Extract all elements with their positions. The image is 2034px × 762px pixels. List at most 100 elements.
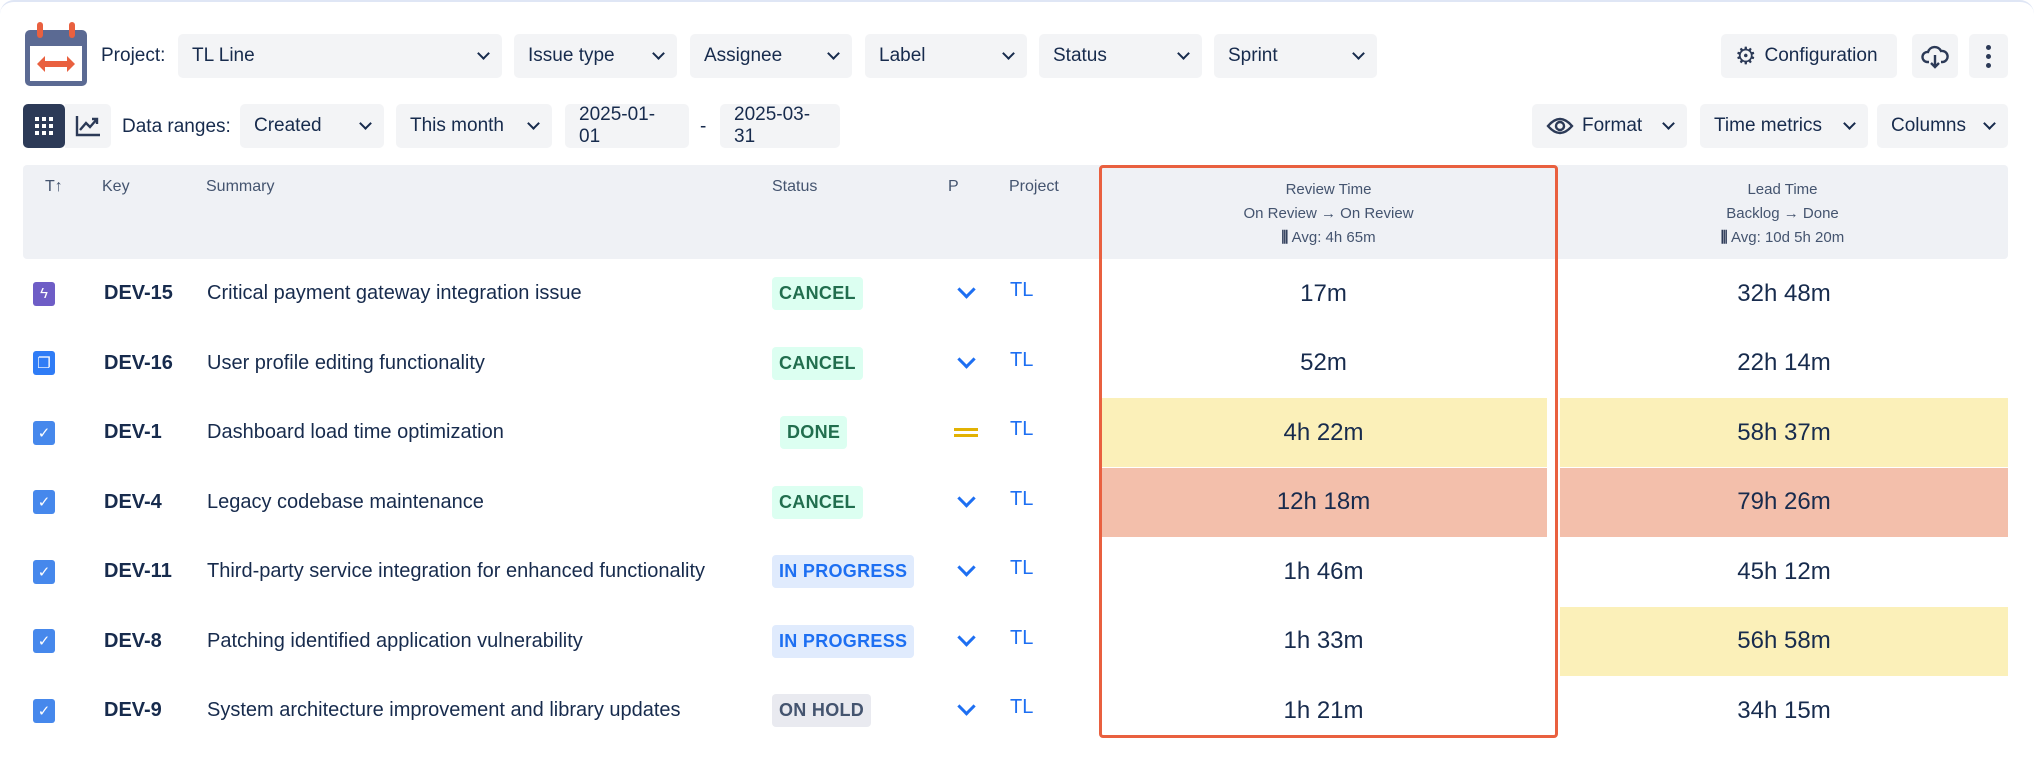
issue-summary[interactable]: Patching identified application vulnerab…: [207, 607, 583, 676]
col-project-header[interactable]: Project: [1009, 178, 1059, 196]
project-link[interactable]: TL: [1010, 676, 1033, 745]
issue-key[interactable]: DEV-4: [104, 468, 162, 537]
project-link[interactable]: TL: [1010, 398, 1033, 467]
format-button[interactable]: Format: [1532, 104, 1687, 148]
app-logo-icon: [23, 22, 89, 88]
more-options-button[interactable]: [1969, 34, 2008, 78]
chevron-down-icon: [1352, 47, 1365, 60]
priority-low-icon: [956, 349, 976, 369]
issue-type-cell: ϟ: [33, 259, 55, 328]
issue-summary[interactable]: System architecture improvement and libr…: [207, 676, 681, 745]
sprint-filter[interactable]: Sprint: [1214, 34, 1377, 78]
period-select[interactable]: This month: [396, 104, 552, 148]
avg-bars-icon: ⫼: [1281, 229, 1289, 246]
table-row[interactable]: ✓ DEV-11 Third-party service integration…: [23, 537, 2008, 606]
assignee-filter[interactable]: Assignee: [690, 34, 852, 78]
issue-key[interactable]: DEV-16: [104, 329, 173, 398]
lead-time-cell: 58h 37m: [1560, 398, 2008, 467]
issue-key[interactable]: DEV-15: [104, 259, 173, 328]
date-field-select[interactable]: Created: [240, 104, 384, 148]
status-cell: CANCEL: [772, 259, 922, 328]
project-link[interactable]: TL: [1010, 537, 1033, 606]
time-metrics-button[interactable]: Time metrics: [1700, 104, 1868, 148]
task-checkbox-icon: ✓: [33, 629, 55, 653]
lead-time-cell: 22h 14m: [1737, 349, 1831, 376]
issue-key[interactable]: DEV-1: [104, 398, 162, 467]
review-time-title: Review Time: [1285, 181, 1372, 198]
data-ranges-label: Data ranges:: [122, 116, 231, 137]
issue-type-cell: ❐: [33, 329, 55, 398]
issue-key[interactable]: DEV-9: [104, 676, 162, 745]
col-lead-time-header[interactable]: Lead Time Backlog → Done ⫼ Avg: 10d 5h 2…: [1557, 178, 2008, 250]
subtask-icon: ❐: [33, 351, 55, 375]
issue-summary[interactable]: Dashboard load time optimization: [207, 398, 504, 467]
filter-label: Label: [879, 45, 926, 66]
review-time-avg: ⫼ Avg: 4h 65m: [1100, 226, 1557, 250]
status-cell: CANCEL: [772, 468, 922, 537]
status-cell: IN PROGRESS: [772, 537, 922, 606]
issue-type-cell: ✓: [33, 398, 55, 467]
col-status-header[interactable]: Status: [772, 178, 817, 196]
project-link[interactable]: TL: [1010, 607, 1033, 676]
issue-summary[interactable]: Critical payment gateway integration iss…: [207, 259, 582, 328]
review-time-cell: 17m: [1300, 279, 1347, 307]
lead-time-cell: 34h 15m: [1737, 696, 1831, 724]
priority-low-icon: [956, 697, 976, 716]
col-review-time-header[interactable]: Review Time On Review → On Review ⫼ Avg:…: [1100, 178, 1557, 250]
task-checkbox-icon: ✓: [33, 420, 55, 445]
table-row[interactable]: ✓ DEV-9 System architecture improvement …: [23, 676, 2008, 745]
format-label: Format: [1582, 115, 1643, 136]
issue-summary[interactable]: Third-party service integration for enha…: [207, 537, 705, 606]
table-row[interactable]: ❐ DEV-16 User profile editing functional…: [23, 329, 2008, 398]
col-type-header[interactable]: T↑: [45, 178, 63, 196]
date-separator: -: [700, 116, 707, 137]
project-select[interactable]: TL Line: [178, 34, 502, 78]
issue-type-cell: ✓: [33, 468, 55, 537]
issue-type-filter[interactable]: Issue type: [514, 34, 677, 78]
date-to-input[interactable]: 2025-03-31: [720, 104, 840, 148]
chevron-down-icon: [1177, 47, 1190, 60]
configuration-button[interactable]: ⚙ Configuration: [1721, 34, 1897, 78]
date-from-value: 2025-01-01: [579, 104, 656, 147]
project-link[interactable]: TL: [1010, 468, 1033, 537]
table-row[interactable]: ✓ DEV-4 Legacy codebase maintenance CANC…: [23, 467, 2008, 537]
project-link[interactable]: TL: [1010, 329, 1033, 398]
col-summary-header[interactable]: Summary: [206, 178, 274, 196]
chevron-down-icon: [1843, 117, 1856, 130]
status-filter[interactable]: Status: [1039, 34, 1202, 78]
table-row[interactable]: ✓ DEV-8 Patching identified application …: [23, 606, 2008, 676]
export-button[interactable]: [1912, 34, 1958, 78]
status-badge: DONE: [780, 416, 848, 449]
status-badge: CANCEL: [772, 346, 863, 380]
chart-view-button[interactable]: [65, 104, 111, 148]
col-priority-header[interactable]: P: [948, 178, 959, 196]
issue-key[interactable]: DEV-8: [104, 607, 162, 676]
table-view-button[interactable]: [23, 104, 65, 148]
priority-cell: [951, 537, 981, 606]
col-key-header[interactable]: Key: [102, 178, 130, 196]
lead-avg-value: Avg: 10d 5h 20m: [1731, 229, 1845, 246]
label-filter[interactable]: Label: [865, 34, 1027, 78]
issue-key[interactable]: DEV-11: [104, 537, 172, 606]
priority-cell: [951, 468, 981, 537]
status-cell: CANCEL: [772, 329, 922, 398]
columns-button[interactable]: Columns: [1877, 104, 2008, 148]
review-time-cell: 1h 21m: [1283, 696, 1364, 724]
date-from-input[interactable]: 2025-01-01: [565, 104, 689, 148]
grid-icon: [35, 117, 53, 135]
chevron-down-icon: [477, 47, 490, 60]
priority-cell: [951, 259, 981, 328]
priority-low-icon: [956, 558, 976, 577]
project-link[interactable]: TL: [1010, 259, 1033, 328]
status-badge: ON HOLD: [772, 694, 872, 727]
date-to-value: 2025-03-31: [734, 104, 811, 147]
issue-summary[interactable]: Legacy codebase maintenance: [207, 468, 484, 537]
issue-summary[interactable]: User profile editing functionality: [207, 329, 485, 398]
table-row[interactable]: ϟ DEV-15 Critical payment gateway integr…: [23, 259, 2008, 328]
status-badge: CANCEL: [772, 485, 863, 519]
task-checkbox-icon: ✓: [33, 559, 55, 584]
priority-low-icon: [956, 627, 976, 647]
table-row[interactable]: ✓ DEV-1 Dashboard load time optimization…: [23, 398, 2008, 467]
status-cell: IN PROGRESS: [772, 607, 922, 676]
eye-icon: [1546, 117, 1574, 135]
